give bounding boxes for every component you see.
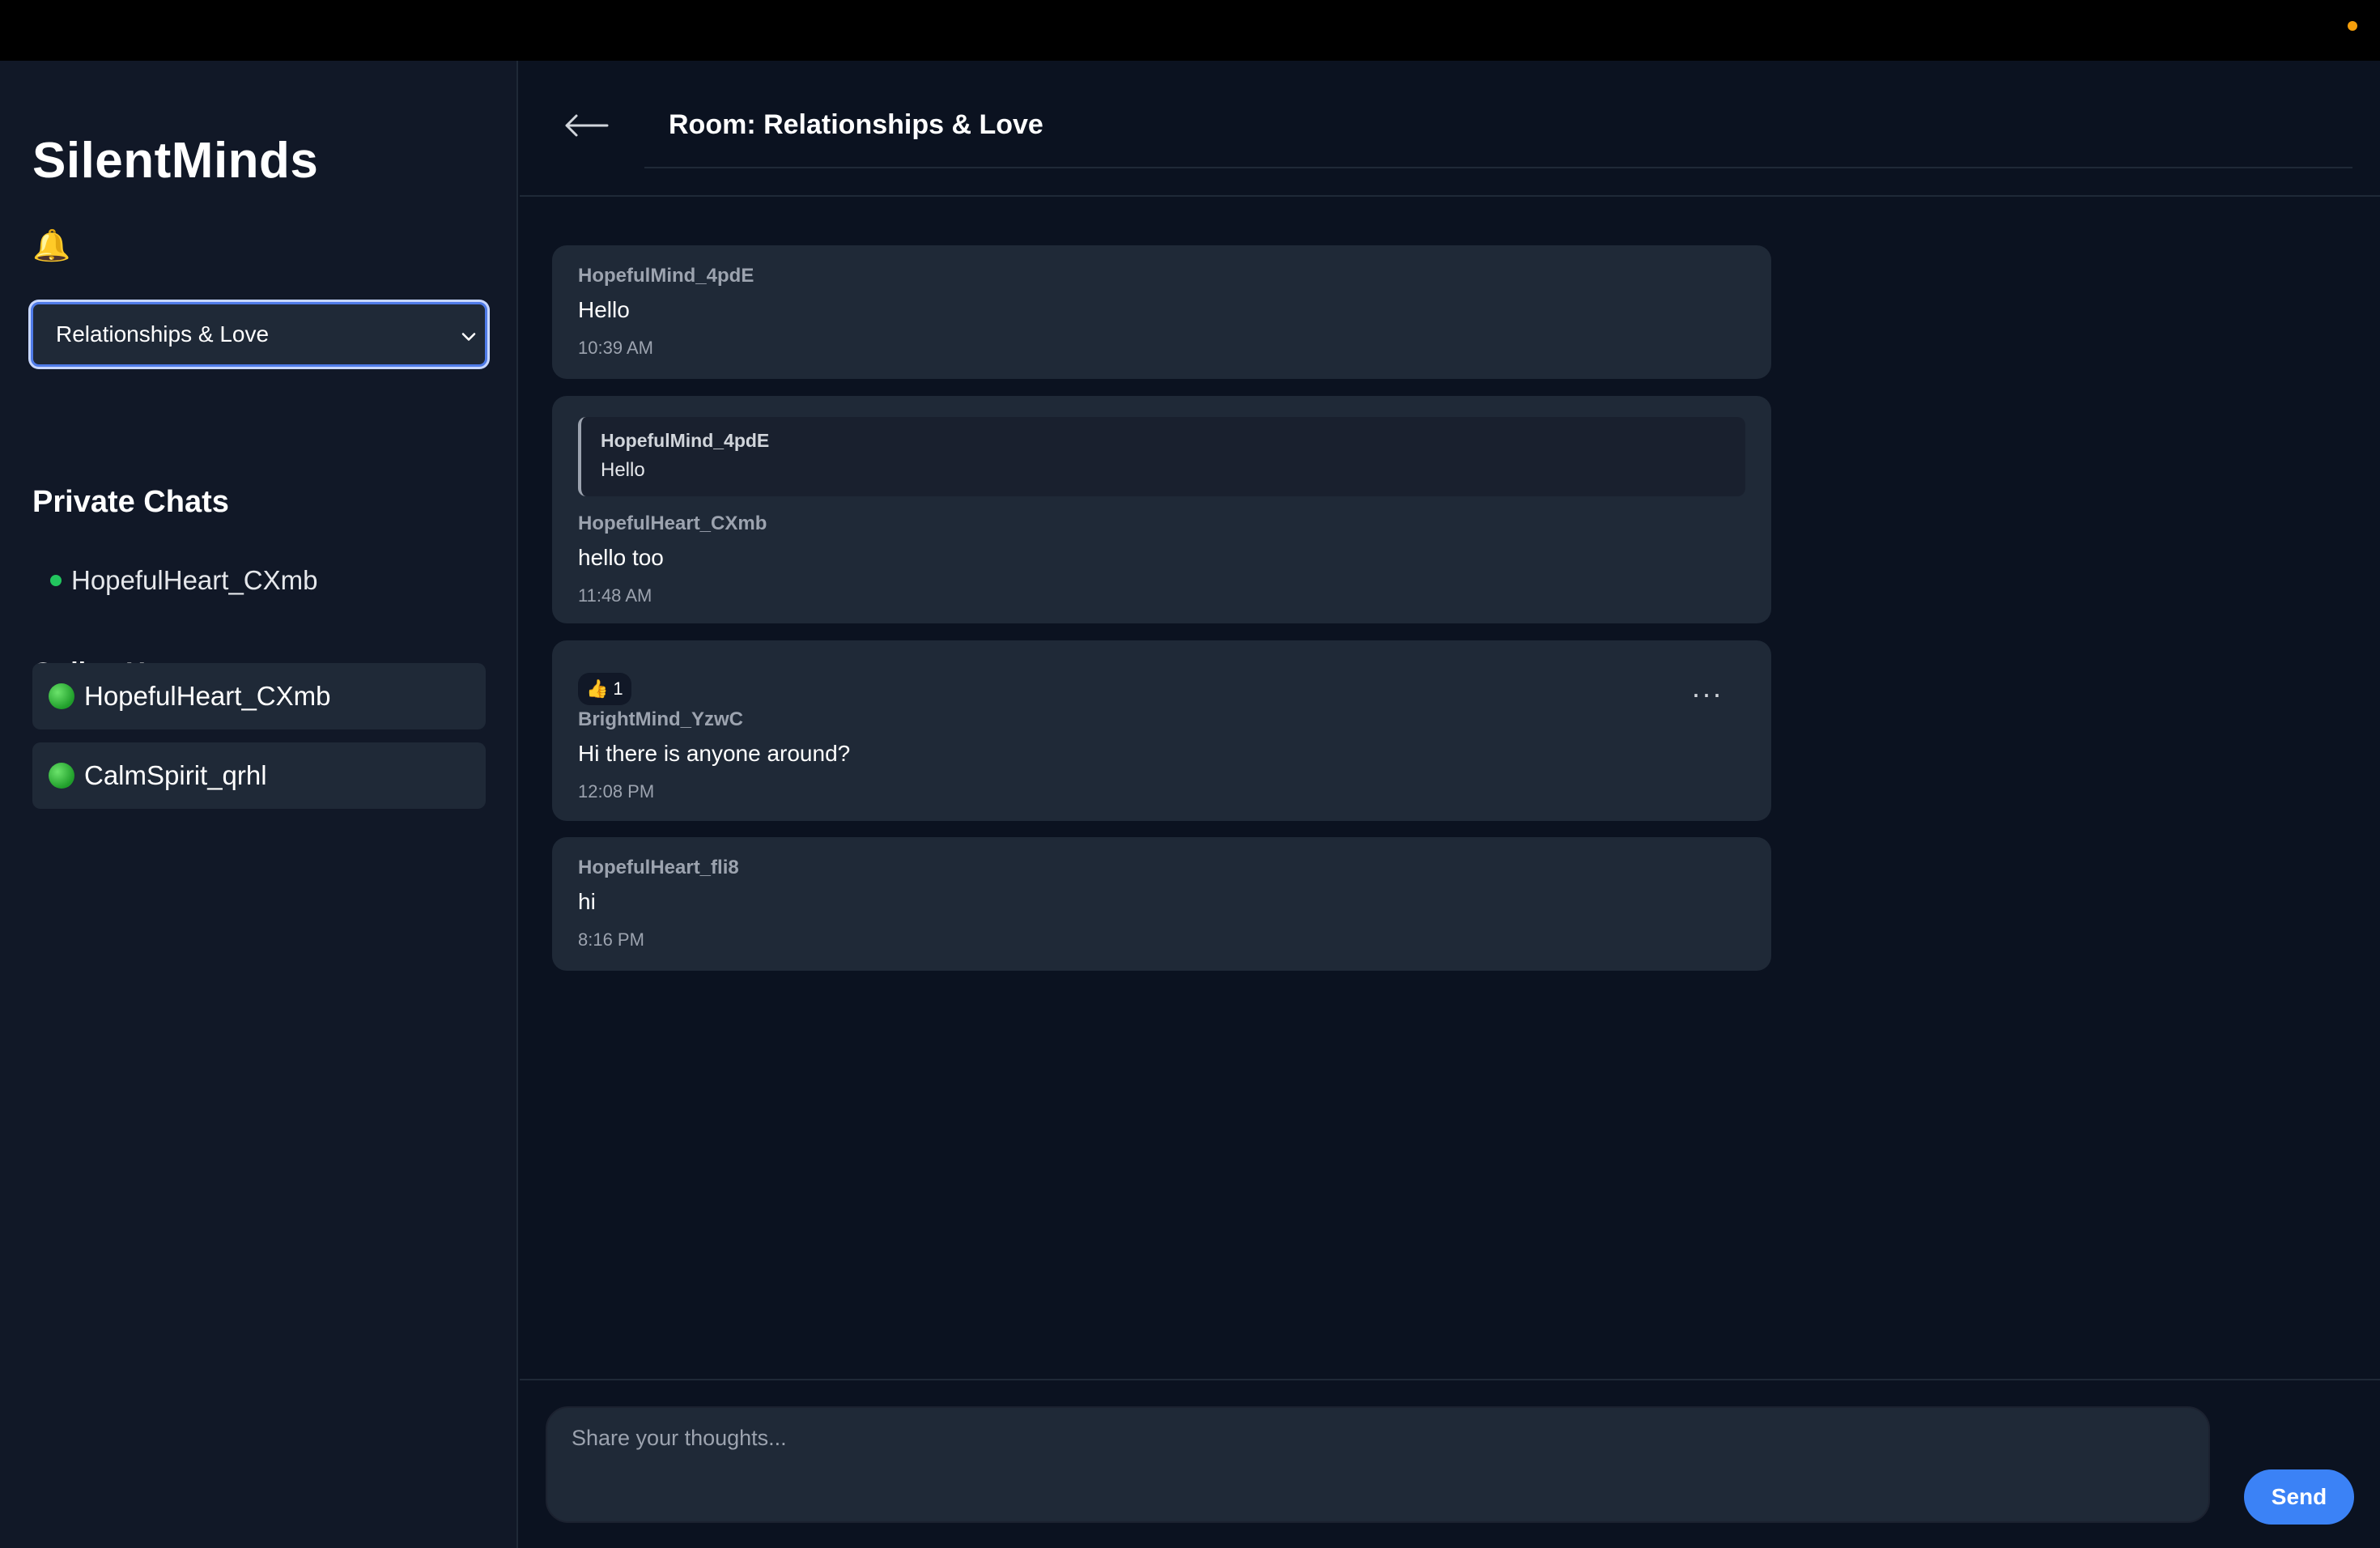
more-options-icon[interactable]: ··· xyxy=(1691,679,1723,708)
app-title: SilentMinds xyxy=(32,133,319,189)
message-text: Hello xyxy=(578,297,630,322)
private-chat-item[interactable]: HopefulHeart_CXmb xyxy=(50,565,317,596)
message-card[interactable]: 👍 1 ··· BrightMind_YzwC Hi there is anyo… xyxy=(552,640,1771,821)
header-divider xyxy=(644,167,2352,168)
private-chats-heading: Private Chats xyxy=(32,485,229,519)
online-user-item[interactable]: CalmSpirit_qrhl xyxy=(32,742,486,809)
message-time: 10:39 AM xyxy=(578,338,653,358)
chevron-down-icon xyxy=(461,333,476,341)
quoted-reply: HopefulMind_4pdE Hello xyxy=(578,417,1745,496)
bell-icon[interactable]: 🔔 xyxy=(32,231,70,262)
message-card[interactable]: HopefulMind_4pdE Hello 10:39 AM xyxy=(552,245,1771,379)
green-circle-icon xyxy=(49,763,74,789)
message-author: HopefulMind_4pdE xyxy=(578,265,754,287)
room-header: Room: Relationships & Love xyxy=(520,61,2380,197)
message-input[interactable]: Share your thoughts... xyxy=(546,1406,2210,1523)
quoted-text: Hello xyxy=(601,459,645,481)
reaction-count: 1 xyxy=(613,678,623,699)
thumbs-up-icon: 👍 xyxy=(586,678,609,699)
message-author: HopefulHeart_fli8 xyxy=(578,857,739,878)
online-status-icon xyxy=(50,575,62,586)
message-time: 12:08 PM xyxy=(578,781,655,802)
back-arrow-icon[interactable] xyxy=(562,108,610,143)
online-user-item[interactable]: HopefulHeart_CXmb xyxy=(32,663,486,729)
notification-dot xyxy=(2348,21,2357,31)
message-author: BrightMind_YzwC xyxy=(578,708,743,730)
message-author: HopefulHeart_CXmb xyxy=(578,512,767,534)
room-select-value: Relationships & Love xyxy=(56,321,270,347)
online-user-name: HopefulHeart_CXmb xyxy=(84,681,331,711)
message-time: 11:48 AM xyxy=(578,585,652,606)
top-bar xyxy=(0,0,2380,61)
reaction-badge[interactable]: 👍 1 xyxy=(578,673,631,705)
chat-main: Room: Relationships & Love HopefulMind_4… xyxy=(520,61,2380,1548)
room-select[interactable]: Relationships & Love xyxy=(31,302,487,367)
message-card[interactable]: HopefulMind_4pdE Hello HopefulHeart_CXmb… xyxy=(552,396,1771,623)
private-chat-name: HopefulHeart_CXmb xyxy=(71,565,318,595)
green-circle-icon xyxy=(49,683,74,709)
room-title: Room: Relationships & Love xyxy=(669,109,1043,140)
message-composer: Share your thoughts... Send xyxy=(520,1379,2380,1548)
sidebar: SilentMinds 🔔 Relationships & Love Priva… xyxy=(0,61,518,1548)
message-time: 8:16 PM xyxy=(578,929,644,950)
send-button[interactable]: Send xyxy=(2244,1469,2354,1525)
message-text: hi xyxy=(578,889,596,914)
quoted-author: HopefulMind_4pdE xyxy=(601,430,770,451)
message-card[interactable]: HopefulHeart_fli8 hi 8:16 PM xyxy=(552,837,1771,971)
message-text: Hi there is anyone around? xyxy=(578,741,851,766)
online-user-name: CalmSpirit_qrhl xyxy=(84,760,267,790)
message-text: hello too xyxy=(578,545,664,570)
